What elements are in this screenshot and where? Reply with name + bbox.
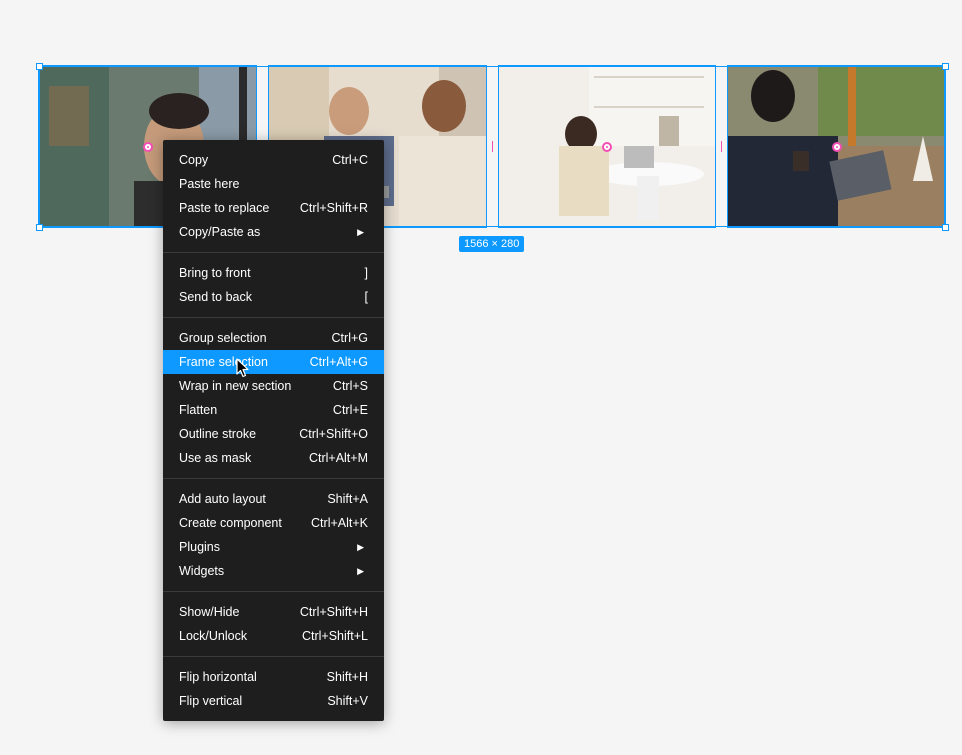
- menu-divider: [163, 656, 384, 657]
- resize-handle-bottom-right[interactable]: [942, 224, 949, 231]
- menu-divider: [163, 478, 384, 479]
- spacing-marker-2: [492, 141, 493, 152]
- menu-divider: [163, 317, 384, 318]
- center-indicator-3[interactable]: [602, 142, 612, 152]
- menu-item-shortcut: ]: [364, 266, 368, 280]
- mouse-pointer-icon: [236, 358, 249, 378]
- menu-item-label: Paste here: [179, 177, 240, 191]
- resize-handle-top-left[interactable]: [36, 63, 43, 70]
- menu-item-label: Flatten: [179, 403, 218, 417]
- menu-item-label: Show/Hide: [179, 605, 240, 619]
- menu-item-shortcut: Ctrl+Shift+R: [299, 201, 368, 215]
- menu-item-label: Group selection: [179, 331, 267, 345]
- menu-item-label: Create component: [179, 516, 282, 530]
- menu-item-label: Plugins: [179, 540, 220, 554]
- spacing-marker-3: [721, 141, 722, 152]
- menu-item-send-to-back[interactable]: Send to back [: [163, 285, 384, 309]
- menu-item-label: Add auto layout: [179, 492, 266, 506]
- menu-item-label: Frame selection: [179, 355, 268, 369]
- menu-item-outline-stroke[interactable]: Outline stroke Ctrl+Shift+O: [163, 422, 384, 446]
- menu-item-shortcut: Ctrl+S: [332, 379, 368, 393]
- menu-item-shortcut: [: [364, 290, 368, 304]
- menu-item-shortcut: Ctrl+Shift+L: [301, 629, 368, 643]
- menu-item-label: Wrap in new section: [179, 379, 292, 393]
- menu-item-shortcut: Shift+H: [326, 670, 368, 684]
- center-indicator-4[interactable]: [832, 142, 842, 152]
- resize-handle-bottom-left[interactable]: [36, 224, 43, 231]
- resize-handle-top-right[interactable]: [942, 63, 949, 70]
- menu-item-flip-vertical[interactable]: Flip vertical Shift+V: [163, 689, 384, 713]
- menu-item-label: Copy/Paste as: [179, 225, 261, 239]
- menu-item-lock-unlock[interactable]: Lock/Unlock Ctrl+Shift+L: [163, 624, 384, 648]
- menu-item-shortcut: Ctrl+Alt+M: [308, 451, 368, 465]
- menu-item-label: Flip horizontal: [179, 670, 257, 684]
- menu-item-plugins[interactable]: Plugins ▶: [163, 535, 384, 559]
- chevron-right-icon: ▶: [357, 226, 364, 237]
- menu-item-shortcut: Ctrl+C: [332, 153, 368, 167]
- menu-item-shortcut: Ctrl+Alt+G: [309, 355, 368, 369]
- dimension-badge: 1566 × 280: [459, 236, 525, 252]
- menu-item-label: Lock/Unlock: [179, 629, 248, 643]
- menu-item-flatten[interactable]: Flatten Ctrl+E: [163, 398, 384, 422]
- menu-item-shortcut: Ctrl+Shift+O: [299, 427, 368, 441]
- menu-item-shortcut: Ctrl+G: [331, 331, 368, 345]
- chevron-right-icon: ▶: [357, 541, 364, 552]
- menu-item-wrap-in-new-section[interactable]: Wrap in new section Ctrl+S: [163, 374, 384, 398]
- menu-item-paste-to-replace[interactable]: Paste to replace Ctrl+Shift+R: [163, 196, 384, 220]
- menu-item-show-hide[interactable]: Show/Hide Ctrl+Shift+H: [163, 600, 384, 624]
- menu-item-create-component[interactable]: Create component Ctrl+Alt+K: [163, 511, 384, 535]
- menu-item-shortcut: Shift+A: [327, 492, 368, 506]
- menu-item-bring-to-front[interactable]: Bring to front]: [163, 261, 384, 285]
- menu-item-flip-horizontal[interactable]: Flip horizontal Shift+H: [163, 665, 384, 689]
- menu-item-shortcut: Ctrl+E: [332, 403, 368, 417]
- menu-item-group-selection[interactable]: Group selection Ctrl+G: [163, 326, 384, 350]
- menu-item-label: Outline stroke: [179, 427, 257, 441]
- menu-item-shortcut: Ctrl+Shift+H: [299, 605, 368, 619]
- menu-item-label: Flip vertical: [179, 694, 243, 708]
- menu-item-use-as-mask[interactable]: Use as mask Ctrl+Alt+M: [163, 446, 384, 470]
- menu-item-copy[interactable]: Copy Ctrl+C: [163, 148, 384, 172]
- menu-item-frame-selection[interactable]: Frame selection Ctrl+Alt+G: [163, 350, 384, 374]
- menu-item-label: Send to back: [179, 290, 252, 304]
- menu-item-label: Copy: [179, 153, 209, 167]
- chevron-right-icon: ▶: [357, 565, 364, 576]
- menu-divider: [163, 252, 384, 253]
- menu-item-shortcut: Shift+V: [327, 694, 368, 708]
- menu-item-label: Paste to replace: [179, 201, 270, 215]
- menu-item-label: Use as mask: [179, 451, 252, 465]
- menu-divider: [163, 591, 384, 592]
- menu-item-label: Bring to front: [179, 266, 251, 280]
- menu-item-add-auto-layout[interactable]: Add auto layout Shift+A: [163, 487, 384, 511]
- menu-item-copy-paste-as[interactable]: Copy/Paste as ▶: [163, 220, 384, 244]
- menu-item-shortcut: Ctrl+Alt+K: [311, 516, 368, 530]
- menu-item-widgets[interactable]: Widgets ▶: [163, 559, 384, 583]
- center-indicator-1[interactable]: [143, 142, 153, 152]
- menu-item-paste-here[interactable]: Paste here: [163, 172, 384, 196]
- menu-item-label: Widgets: [179, 564, 225, 578]
- context-menu: Copy Ctrl+C Paste here Paste to replace Ctrl…: [163, 140, 384, 721]
